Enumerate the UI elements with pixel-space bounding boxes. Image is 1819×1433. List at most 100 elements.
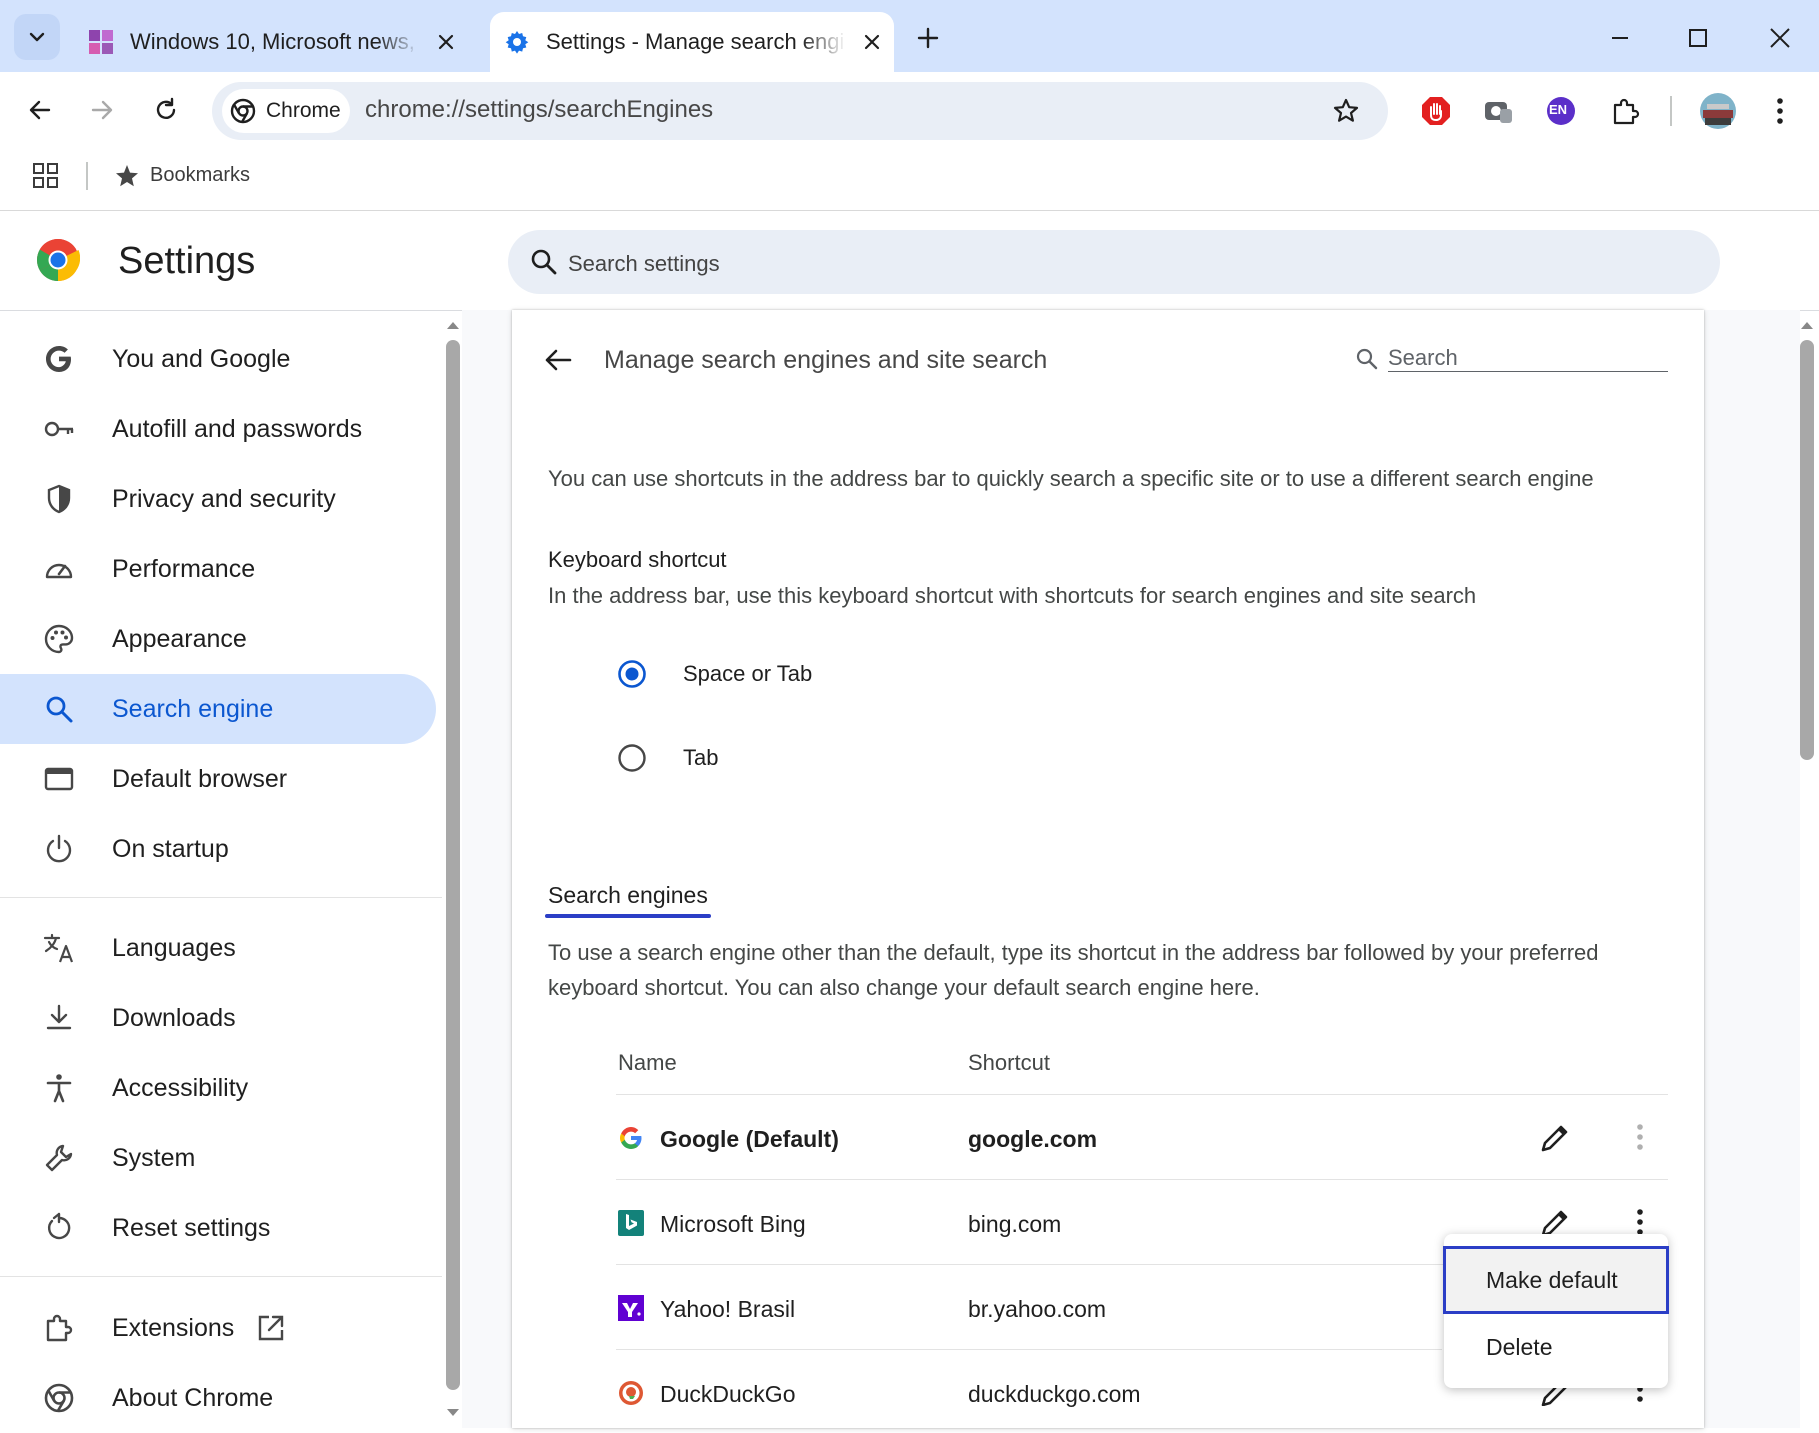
row-divider <box>616 1179 1668 1180</box>
search-engines-heading: Search engines <box>548 882 708 908</box>
language-extension-button[interactable]: EN <box>1537 87 1585 135</box>
chrome-icon <box>44 1383 74 1413</box>
chip-label: Chrome <box>266 99 341 122</box>
sidebar-item-extensions[interactable]: Extensions <box>0 1293 436 1363</box>
subpage-search-underline <box>1388 371 1668 372</box>
duckduckgo-logo-icon <box>619 1381 643 1405</box>
sidebar-item-autofill[interactable]: Autofill and passwords <box>0 394 436 464</box>
adblock-extension-button[interactable] <box>1412 87 1460 135</box>
window-close-button[interactable] <box>1758 16 1802 60</box>
radio-selected-icon <box>618 660 646 688</box>
arrow-left-icon <box>29 100 51 120</box>
reload-icon <box>156 97 176 119</box>
tab-title: Windows 10, Microsoft news, deals <box>130 29 420 54</box>
sidebar-divider <box>0 897 442 898</box>
sidebar-item-about-chrome[interactable]: About Chrome <box>0 1363 436 1433</box>
site-info-chip[interactable]: Chrome <box>222 89 350 133</box>
duckduckgo-logo <box>618 1380 644 1406</box>
settings-title: Settings <box>118 240 256 282</box>
bookmarks-bar <box>0 152 1819 211</box>
menu-item-make-default[interactable]: Make default <box>1443 1246 1669 1314</box>
forward-button[interactable] <box>78 86 126 134</box>
engine-name: Microsoft Bing <box>660 1211 806 1237</box>
radio-tab[interactable]: Tab <box>617 743 718 773</box>
sidebar-item-you-and-google[interactable]: You and Google <box>0 324 436 394</box>
tab-close-button[interactable] <box>432 28 460 56</box>
sidebar-scroll-up[interactable] <box>446 318 460 332</box>
tab-settings[interactable]: Settings - Manage search engines <box>490 12 894 72</box>
stop-hand-icon <box>1422 97 1450 125</box>
triangle-up-icon <box>447 322 459 329</box>
edit-engine-button[interactable] <box>1538 1121 1572 1155</box>
page-scroll-up[interactable] <box>1800 318 1814 332</box>
column-header-name: Name <box>618 1050 677 1075</box>
engine-shortcut: br.yahoo.com <box>968 1296 1107 1322</box>
tab-close-button[interactable] <box>858 28 886 56</box>
maximize-button[interactable] <box>1676 16 1720 60</box>
search-icon <box>1356 348 1378 370</box>
minimize-icon <box>1612 37 1628 39</box>
subpage-search-input[interactable]: Search <box>1388 345 1458 371</box>
wrench-icon <box>45 1144 73 1172</box>
triangle-up-icon <box>1801 322 1813 329</box>
reset-icon <box>47 1212 71 1240</box>
row-divider <box>616 1094 1668 1095</box>
engine-shortcut: bing.com <box>968 1211 1062 1237</box>
url-text[interactable]: chrome://settings/searchEngines <box>365 96 713 124</box>
puzzle-icon <box>1613 98 1640 125</box>
accessibility-icon <box>46 1074 72 1103</box>
profile-avatar-button[interactable] <box>1694 87 1742 135</box>
new-tab-button[interactable] <box>910 20 946 56</box>
page-scrollbar[interactable] <box>1800 340 1814 760</box>
sidebar-item-privacy[interactable]: Privacy and security <box>0 464 436 534</box>
sidebar-item-search-engine[interactable]: Search engine <box>0 674 436 744</box>
maximize-icon <box>1689 29 1707 47</box>
tab-windows-news[interactable]: Windows 10, Microsoft news, deals <box>54 12 484 72</box>
menu-item-delete[interactable]: Delete <box>1444 1316 1668 1378</box>
bing-logo <box>618 1210 644 1236</box>
sidebar-item-downloads[interactable]: Downloads <box>0 983 436 1053</box>
close-icon <box>864 34 880 50</box>
tab-title: Settings - Manage search engines <box>546 29 846 54</box>
bookmarks-folder[interactable]: Bookmarks <box>150 164 250 187</box>
sidebar-item-system[interactable]: System <box>0 1123 436 1193</box>
page-background <box>462 310 512 1428</box>
sidebar-scroll-down[interactable] <box>446 1406 460 1420</box>
sidebar-item-appearance[interactable]: Appearance <box>0 604 436 674</box>
sidebar-scrollbar[interactable] <box>446 340 460 1390</box>
sidebar-item-languages[interactable]: Languages <box>0 913 436 983</box>
bookmarks-divider <box>86 162 88 190</box>
bookmark-star-button[interactable] <box>1322 87 1370 135</box>
back-button[interactable] <box>16 86 64 134</box>
star-filled-icon <box>116 165 138 187</box>
plus-icon <box>917 27 939 49</box>
more-vert-icon <box>1637 1124 1643 1150</box>
minimize-button[interactable] <box>1598 16 1642 60</box>
sidebar-item-default-browser[interactable]: Default browser <box>0 744 436 814</box>
column-header-shortcut: Shortcut <box>968 1050 1050 1075</box>
screenshot-extension-button[interactable] <box>1474 87 1522 135</box>
search-icon <box>531 249 557 275</box>
reload-button[interactable] <box>142 86 190 134</box>
camera-extension-icon <box>1485 102 1512 123</box>
gear-icon <box>505 31 529 54</box>
subpage-search-icon-wrap <box>1355 347 1379 371</box>
apps-button[interactable] <box>32 162 60 190</box>
sidebar-item-reset[interactable]: Reset settings <box>0 1193 436 1263</box>
sidebar-item-performance[interactable]: Performance <box>0 534 436 604</box>
sidebar-item-on-startup[interactable]: On startup <box>0 814 436 884</box>
more-vert-icon <box>1777 98 1783 124</box>
extensions-menu-button[interactable] <box>1601 87 1649 135</box>
shield-icon <box>47 484 71 514</box>
engine-name: Google (Default) <box>660 1126 839 1152</box>
triangle-down-icon <box>447 1409 459 1416</box>
sidebar-item-accessibility[interactable]: Accessibility <box>0 1053 436 1123</box>
google-logo <box>618 1125 644 1151</box>
bing-logo-icon <box>618 1210 644 1236</box>
subpage-back-button[interactable] <box>540 342 576 378</box>
avatar <box>1700 93 1736 129</box>
close-icon <box>438 34 454 50</box>
power-icon <box>46 834 72 863</box>
chrome-menu-button[interactable] <box>1756 87 1804 135</box>
radio-space-or-tab[interactable]: Space or Tab <box>617 659 812 689</box>
